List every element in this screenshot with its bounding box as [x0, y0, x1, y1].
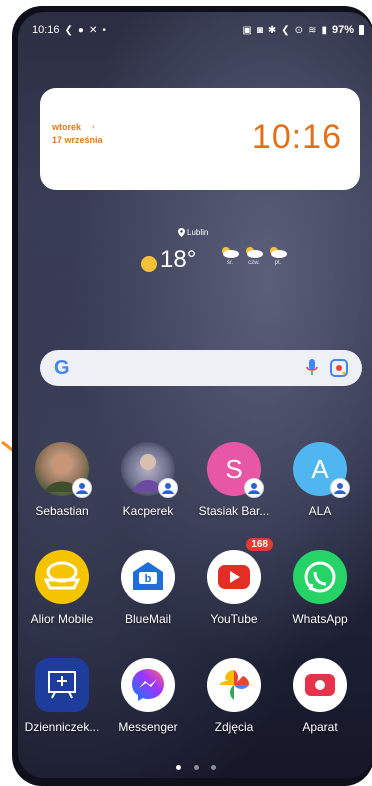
status-bar: 10:16 ❮ ● ✕ • ▣ ◙ ✱ ❮ ⊙ ≋ ▮ 97%	[18, 12, 372, 48]
home-screen: 10:16 ❮ ● ✕ • ▣ ◙ ✱ ❮ ⊙ ≋ ▮ 97% wtorek ›…	[18, 12, 372, 778]
widget-time: 10:16	[251, 118, 342, 156]
message-icon: ●	[77, 24, 84, 36]
phone-frame: 10:16 ❮ ● ✕ • ▣ ◙ ✱ ❮ ⊙ ≋ ▮ 97% wtorek ›…	[12, 6, 372, 786]
whatsapp-icon	[293, 550, 347, 604]
x-icon: ✕	[88, 24, 98, 36]
app-label: BlueMail	[124, 612, 172, 626]
app-label: ALA	[308, 504, 332, 518]
app-zdjecia[interactable]: Zdjęcia	[190, 658, 278, 734]
location-label: Lublin	[187, 228, 209, 237]
sun-icon	[141, 256, 157, 272]
widget-date: 17 września	[52, 135, 103, 145]
day-indicator-icon: ›	[92, 122, 95, 131]
gallery-icon: ▣	[242, 24, 252, 36]
gesture-icon: ❮	[64, 24, 73, 36]
page-dot[interactable]	[193, 765, 199, 770]
user-badge-icon	[72, 478, 92, 498]
app-label: Zdjęcia	[214, 720, 254, 734]
app-dzienniczek[interactable]: Dzienniczek...	[18, 658, 106, 734]
contact-letter-icon: A	[293, 442, 350, 498]
clock-widget[interactable]: wtorek › 17 września 10:16	[40, 88, 360, 190]
app-bluemail[interactable]: b BlueMail	[104, 550, 192, 626]
app-kacperek[interactable]: Kacperek	[104, 442, 192, 518]
app-label: YouTube	[210, 612, 258, 626]
app-label: Sebastian	[35, 504, 89, 518]
app-label: Messenger	[118, 720, 178, 734]
app-label: Kacperek	[122, 504, 174, 518]
location-pin-icon	[178, 228, 185, 237]
user-badge-icon	[244, 478, 264, 498]
forecast-day: czw.	[242, 246, 266, 266]
location-icon: ⊙	[294, 24, 304, 36]
app-aparat[interactable]: Aparat	[276, 658, 364, 734]
widget-day: wtorek	[52, 122, 82, 132]
alarm-icon: ◙	[256, 24, 263, 36]
forecast-day: śr.	[218, 246, 242, 266]
battery-icon	[359, 25, 364, 35]
google-search-bar[interactable]: G	[40, 350, 362, 386]
user-badge-icon	[330, 478, 350, 498]
contact-photo	[35, 442, 92, 498]
google-photos-icon	[207, 658, 261, 712]
dzienniczek-icon	[35, 658, 89, 712]
app-ala[interactable]: A ALA	[276, 442, 364, 518]
app-messenger[interactable]: Messenger	[104, 658, 192, 734]
bluemail-icon: b	[121, 550, 175, 604]
app-youtube[interactable]: 168 YouTube	[190, 538, 278, 626]
app-sebastian[interactable]: Sebastian	[18, 442, 106, 518]
app-whatsapp[interactable]: WhatsApp	[276, 550, 364, 626]
signal-icon: ▮	[321, 24, 327, 36]
app-label: Stasiak Bar...	[198, 504, 270, 518]
svg-text:b: b	[145, 573, 152, 585]
user-badge-icon	[158, 478, 178, 498]
page-dot-active[interactable]	[176, 765, 182, 770]
mic-icon[interactable]	[306, 359, 318, 377]
contact-photo	[121, 442, 178, 498]
page-dot[interactable]	[210, 765, 216, 770]
partly-cloudy-icon	[246, 247, 263, 258]
camera-icon	[293, 658, 347, 712]
forecast-label: czw.	[248, 260, 260, 266]
weather-location: Lublin	[178, 228, 208, 237]
contact-letter-icon: S	[207, 442, 264, 498]
messenger-icon	[121, 658, 175, 712]
forecast-label: śr.	[226, 260, 234, 266]
notification-badge: 168	[246, 538, 273, 551]
wifi-icon: ≋	[308, 24, 317, 36]
nfc-icon: ❮	[281, 24, 290, 36]
alior-icon	[35, 550, 89, 604]
google-logo-icon: G	[54, 357, 70, 379]
status-time: 10:16	[32, 24, 60, 36]
lens-icon[interactable]	[330, 359, 348, 377]
partly-cloudy-icon	[222, 247, 239, 258]
forecast-label: pt.	[274, 260, 282, 266]
app-alior-mobile[interactable]: Alior Mobile	[18, 550, 106, 626]
app-label: Alior Mobile	[30, 612, 94, 626]
forecast-day: pt.	[266, 246, 290, 266]
page-indicator	[18, 763, 372, 772]
partly-cloudy-icon	[270, 247, 287, 258]
app-label: Aparat	[302, 720, 338, 734]
app-label: Dzienniczek...	[24, 720, 100, 734]
dot-icon: •	[102, 24, 106, 36]
temperature: 18°	[160, 246, 197, 273]
bluetooth-icon: ✱	[267, 24, 277, 36]
app-label: WhatsApp	[292, 612, 348, 626]
youtube-icon: 168	[207, 538, 273, 604]
app-stasiak[interactable]: S Stasiak Bar...	[190, 442, 278, 518]
battery-percent: 97%	[331, 24, 354, 36]
